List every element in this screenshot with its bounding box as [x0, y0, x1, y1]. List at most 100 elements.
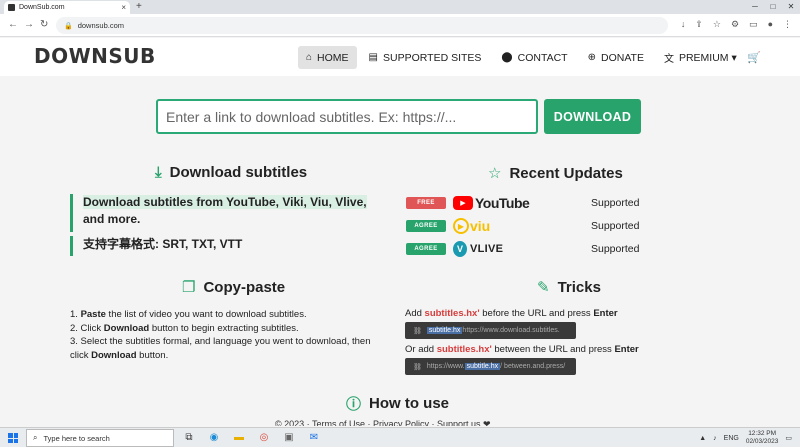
window-controls: ─ □ ✕: [746, 0, 800, 14]
windows-taskbar: ⌕ Type here to search ⧉ ◉ ▬ ◎ ▣ ✉ ▲ ♪ EN…: [0, 427, 800, 447]
store-icon[interactable]: ▣: [282, 430, 296, 445]
status-badge: AGREE: [406, 220, 446, 232]
viu-logo: ▶ viu: [453, 218, 543, 234]
share-icon[interactable]: ⇪: [695, 19, 703, 30]
new-tab-button[interactable]: +: [136, 0, 142, 14]
list-item: FREE ▶ YouTube Supported: [406, 192, 639, 214]
trick-2-text: Or add subtitles.hx' between the URL and…: [405, 344, 639, 355]
browser-tab[interactable]: DownSub.com ×: [4, 1, 130, 14]
profile-icon[interactable]: ●: [768, 19, 773, 30]
status-badge: FREE: [406, 197, 446, 209]
download-button[interactable]: DOWNLOAD: [544, 99, 641, 134]
trick-1-text: Add subtitles.hx' before the URL and pre…: [405, 308, 618, 319]
home-icon: ⌂: [306, 52, 313, 63]
chrome-icon[interactable]: ◎: [257, 430, 271, 445]
update-status: Supported: [591, 197, 640, 209]
location-pin-icon: ⬤: [501, 52, 513, 63]
close-window-icon[interactable]: ✕: [782, 0, 800, 14]
favicon-icon: [8, 4, 15, 11]
download-icon: ⤓: [155, 164, 162, 181]
vlive-icon: V: [453, 241, 467, 257]
recent-updates-heading: ☆ Recent Updates: [488, 164, 623, 183]
list-card-icon: ▤: [368, 52, 378, 63]
pencil-icon: ✎: [537, 279, 550, 296]
nav-premium[interactable]: 文 PREMIUM ▾: [656, 46, 745, 69]
notifications-icon[interactable]: ▭: [785, 434, 792, 442]
taskbar-apps: ⧉ ◉ ▬ ◎ ▣ ✉: [182, 430, 321, 445]
vlive-logo: V VLIVE: [453, 241, 543, 257]
main-nav: ⌂ HOME ▤ SUPPORTED SITES ⬤ CONTACT ⊕ DON…: [298, 46, 749, 69]
play-icon: ▶: [453, 218, 469, 234]
supported-sites-quote: Download subtitles from YouTube, Viki, V…: [70, 194, 385, 232]
step-3: 3. Select the subtitles formal, and lang…: [70, 336, 371, 361]
system-tray: ▲ ♪ ENG 12:32 PM 02/03/2023 ▭: [699, 430, 792, 446]
nav-label: PREMIUM ▾: [678, 51, 737, 64]
start-button[interactable]: [8, 433, 18, 443]
url-text: downsub.com: [77, 21, 124, 30]
network-icon[interactable]: ▲: [699, 435, 706, 442]
step-2: 2. Click Download button to begin extrac…: [70, 322, 299, 334]
forward-icon[interactable]: →: [24, 19, 34, 30]
nav-label: SUPPORTED SITES: [383, 51, 482, 64]
file-explorer-icon[interactable]: ▬: [232, 430, 246, 445]
nav-label: DONATE: [600, 51, 644, 64]
youtube-logo: ▶ YouTube: [453, 195, 543, 211]
site-logo[interactable]: DOWNSUB: [34, 44, 156, 68]
language-indicator[interactable]: ENG: [724, 435, 739, 442]
list-item: AGREE ▶ viu Supported: [406, 215, 639, 237]
list-item: AGREE V VLIVE Supported: [406, 238, 639, 260]
task-view-icon[interactable]: ⧉: [182, 430, 196, 445]
clock[interactable]: 12:32 PM 02/03/2023: [746, 430, 779, 446]
link-icon: ⛓: [413, 327, 422, 335]
formats-quote: 支持字幕格式: SRT, TXT, VTT: [70, 236, 242, 256]
volume-icon[interactable]: ♪: [713, 435, 717, 442]
nav-home[interactable]: ⌂ HOME: [298, 46, 357, 69]
sidebar-icon[interactable]: ▭: [749, 19, 758, 30]
quote-rest: and more.: [83, 212, 141, 226]
status-badge: AGREE: [406, 243, 446, 255]
address-bar-row: ← → ↻ 🔒 downsub.com ↓ ⇪ ☆ ⚙ ▭ ● ⋮: [0, 14, 800, 37]
tricks-content: Add subtitles.hx' before the URL and pre…: [405, 308, 705, 380]
nav-donate[interactable]: ⊕ DONATE: [580, 46, 652, 69]
minimize-icon[interactable]: ─: [746, 0, 764, 14]
star-icon: ☆: [488, 165, 502, 182]
tab-title: DownSub.com: [19, 4, 65, 11]
maximize-icon[interactable]: □: [764, 0, 782, 14]
browser-toolbar-icons: ↓ ⇪ ☆ ⚙ ▭ ● ⋮: [681, 19, 792, 30]
link-icon: ⛓: [413, 363, 422, 371]
info-icon: ⓘ: [346, 396, 362, 413]
cart-icon[interactable]: 🛒: [747, 51, 761, 64]
how-to-use-heading: ⓘ How to use: [346, 395, 450, 413]
nav-label: CONTACT: [517, 51, 568, 64]
browser-tab-bar: DownSub.com × + ─ □ ✕: [0, 0, 800, 14]
edge-icon[interactable]: ◉: [207, 430, 221, 445]
taskbar-search-input[interactable]: ⌕ Type here to search: [26, 429, 174, 447]
copy-paste-heading: ❐ Copy-paste: [182, 278, 286, 297]
mail-icon[interactable]: ✉: [307, 430, 321, 445]
reload-icon[interactable]: ↻: [40, 19, 48, 30]
update-status: Supported: [591, 220, 640, 232]
copy-icon: ❐: [182, 279, 196, 296]
copy-paste-steps: 1. Paste the list of video you want to d…: [70, 308, 380, 362]
download-subtitles-heading: ⤓ Download subtitles: [155, 164, 308, 181]
lock-icon: 🔒: [64, 22, 73, 30]
url-field[interactable]: 🔒 downsub.com: [56, 17, 668, 34]
nav-label: HOME: [317, 51, 349, 64]
step-1: 1. Paste the list of video you want to d…: [70, 309, 307, 320]
download-icon[interactable]: ↓: [681, 19, 686, 30]
search-icon: ⌕: [33, 433, 38, 442]
bookmark-star-icon[interactable]: ☆: [713, 19, 721, 30]
nav-supported-sites[interactable]: ▤ SUPPORTED SITES: [361, 46, 490, 69]
extensions-icon[interactable]: ⚙: [731, 19, 739, 30]
plus-circle-icon: ⊕: [587, 52, 596, 63]
play-icon: ▶: [453, 196, 473, 210]
update-status: Supported: [591, 243, 640, 255]
translate-icon: 文: [663, 54, 674, 65]
trick-1-example: ⛓ subtitle.hx https://www.download.subti…: [405, 322, 576, 339]
menu-icon[interactable]: ⋮: [783, 19, 792, 30]
close-tab-icon[interactable]: ×: [121, 3, 126, 12]
quote-highlight: Download subtitles from YouTube, Viki, V…: [83, 195, 367, 209]
back-icon[interactable]: ←: [8, 19, 18, 30]
nav-contact[interactable]: ⬤ CONTACT: [493, 46, 575, 69]
url-search-input[interactable]: Enter a link to download subtitles. Ex: …: [156, 99, 538, 134]
